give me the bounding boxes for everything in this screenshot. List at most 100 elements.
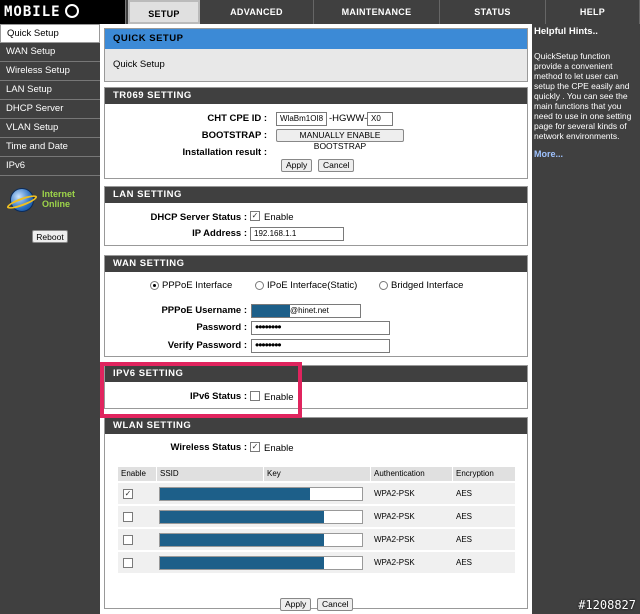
redaction-bar — [160, 534, 324, 546]
tab-advanced[interactable]: ADVANCED — [200, 0, 314, 24]
helpful-hints-panel: Helpful Hints.. QuickSetup function prov… — [532, 24, 640, 614]
row-auth: WPA2-PSK — [374, 489, 415, 498]
reboot-button[interactable]: Reboot — [32, 230, 68, 243]
watermark: #1208827 — [578, 598, 636, 612]
manually-enable-bootstrap-button[interactable]: MANUALLY ENABLE BOOTSTRAP — [276, 129, 404, 151]
internet-status-label: Internet Online — [42, 189, 75, 209]
table-row: WPA2-PSK AES — [118, 528, 515, 550]
col-encryption: Encryption — [453, 467, 515, 481]
ip-address-label: IP Address : — [192, 228, 247, 239]
col-authentication: Authentication — [371, 467, 452, 481]
cpe-id-suffix-input[interactable]: X0 — [367, 112, 393, 126]
ssid-key-redacted — [159, 533, 363, 547]
wireless-enable-checkbox[interactable]: ✓ — [250, 442, 260, 452]
tr069-apply-button[interactable]: Apply — [281, 159, 312, 172]
redaction-bar — [160, 557, 324, 569]
ssid-key-redacted — [159, 510, 363, 524]
col-key: Key — [264, 467, 370, 481]
cpe-id-input[interactable]: WlaBm1OI8 — [276, 112, 327, 126]
lan-section: LAN SETTING DHCP Server Status : ✓ Enabl… — [104, 186, 528, 246]
wlan-section: WLAN SETTING Wireless Status : ✓ Enable … — [104, 417, 528, 609]
sidebar-item-lan-setup[interactable]: LAN Setup — [0, 81, 100, 100]
sidebar-item-vlan-setup[interactable]: VLAN Setup — [0, 119, 100, 138]
dhcp-status-label: DHCP Server Status : — [150, 212, 247, 223]
pppoe-username-label: PPPoE Username : — [161, 305, 247, 316]
ip-address-input[interactable]: 192.168.1.1 — [250, 227, 344, 241]
verify-password-input[interactable]: •••••••• — [251, 339, 390, 353]
wan-section: WAN SETTING PPPoE Interface IPoE Interfa… — [104, 255, 528, 357]
row-enc: AES — [456, 512, 473, 521]
row-enable-checkbox[interactable] — [123, 512, 133, 522]
pppoe-radio[interactable] — [150, 281, 159, 290]
row-enable-checkbox[interactable]: ✓ — [123, 489, 133, 499]
bootstrap-label: BOOTSTRAP : — [201, 130, 267, 141]
dhcp-enable-checkbox[interactable]: ✓ — [250, 211, 260, 221]
router-admin-page: MOBILE SETUP ADVANCED MAINTENANCE STATUS… — [0, 0, 640, 614]
hints-more-link[interactable]: More... — [532, 141, 640, 167]
row-enc: AES — [456, 489, 473, 498]
status-line-online: Online — [42, 199, 71, 209]
dhcp-enable-text: Enable — [264, 212, 294, 223]
brand-logo: MOBILE — [0, 0, 126, 24]
tr069-cancel-button[interactable]: Cancel — [318, 159, 354, 172]
redaction-bar — [160, 511, 324, 523]
table-row: WPA2-PSK AES — [118, 551, 515, 573]
wireless-status-label: Wireless Status : — [170, 442, 247, 453]
row-enable-checkbox[interactable] — [123, 558, 133, 568]
sidebar-item-ipv6[interactable]: IPv6 — [0, 157, 100, 176]
sidebar-item-dhcp-server[interactable]: DHCP Server — [0, 100, 100, 119]
bridged-radio[interactable] — [379, 281, 388, 290]
password-label: Password : — [196, 322, 247, 333]
logo-icon — [64, 4, 79, 18]
cpe-id-label: CHT CPE ID : — [207, 113, 267, 124]
quick-setup-text: Quick Setup — [113, 59, 165, 70]
wireless-enable-text: Enable — [264, 443, 294, 454]
row-auth: WPA2-PSK — [374, 512, 415, 521]
lan-title: LAN SETTING — [105, 187, 527, 203]
sidebar-item-time-and-date[interactable]: Time and Date — [0, 138, 100, 157]
row-auth: WPA2-PSK — [374, 535, 415, 544]
ipoe-radio-label: IPoE Interface(Static) — [267, 280, 358, 291]
main-content: QUICK SETUP Quick Setup TR069 SETTING CH… — [100, 24, 532, 614]
row-enc: AES — [456, 558, 473, 567]
status-line-internet: Internet — [42, 189, 76, 199]
sidebar-item-wan-setup[interactable]: WAN Setup — [0, 43, 100, 62]
pppoe-username-input[interactable]: @hinet.net — [251, 304, 361, 318]
tab-status[interactable]: STATUS — [440, 0, 546, 24]
sidebar-item-quick-setup[interactable]: Quick Setup — [0, 24, 100, 43]
hints-title: Helpful Hints.. — [534, 26, 598, 37]
wlan-title: WLAN SETTING — [105, 418, 527, 434]
pppoe-username-value: @hinet.net — [290, 306, 329, 315]
installation-result-label: Installation result : — [182, 147, 267, 158]
table-row: ✓ WPA2-PSK AES — [118, 482, 515, 504]
ssid-key-redacted — [159, 487, 363, 501]
password-input[interactable]: •••••••• — [251, 321, 390, 335]
logo-text: MOBILE — [4, 4, 61, 20]
ipoe-radio[interactable] — [255, 281, 264, 290]
col-enable: Enable — [118, 467, 156, 481]
row-enable-checkbox[interactable] — [123, 535, 133, 545]
row-enc: AES — [456, 535, 473, 544]
wlan-cancel-button[interactable]: Cancel — [317, 598, 353, 611]
wan-title: WAN SETTING — [105, 256, 527, 272]
wlan-apply-button[interactable]: Apply — [280, 598, 311, 611]
tab-help[interactable]: HELP — [546, 0, 640, 24]
sidebar: Quick Setup WAN Setup Wireless Setup LAN… — [0, 24, 100, 614]
pppoe-radio-label: PPPoE Interface — [162, 280, 233, 291]
hints-body: QuickSetup function provide a convenient… — [534, 51, 632, 141]
ipv6-highlight-box — [100, 362, 302, 418]
cpe-id-separator: -HGWW- — [329, 113, 368, 124]
redaction-bar — [160, 488, 310, 500]
tr069-section: TR069 SETTING CHT CPE ID : WlaBm1OI8 -HG… — [104, 87, 528, 179]
internet-status: Internet Online — [5, 187, 96, 217]
tab-setup[interactable]: SETUP — [128, 0, 200, 24]
username-redaction — [252, 305, 290, 317]
sidebar-item-wireless-setup[interactable]: Wireless Setup — [0, 62, 100, 81]
tab-maintenance[interactable]: MAINTENANCE — [314, 0, 440, 24]
col-ssid: SSID — [157, 467, 263, 481]
row-auth: WPA2-PSK — [374, 558, 415, 567]
table-row: WPA2-PSK AES — [118, 505, 515, 527]
quick-setup-section: QUICK SETUP Quick Setup — [104, 28, 528, 82]
ssid-key-redacted — [159, 556, 363, 570]
bridged-radio-label: Bridged Interface — [391, 280, 464, 291]
